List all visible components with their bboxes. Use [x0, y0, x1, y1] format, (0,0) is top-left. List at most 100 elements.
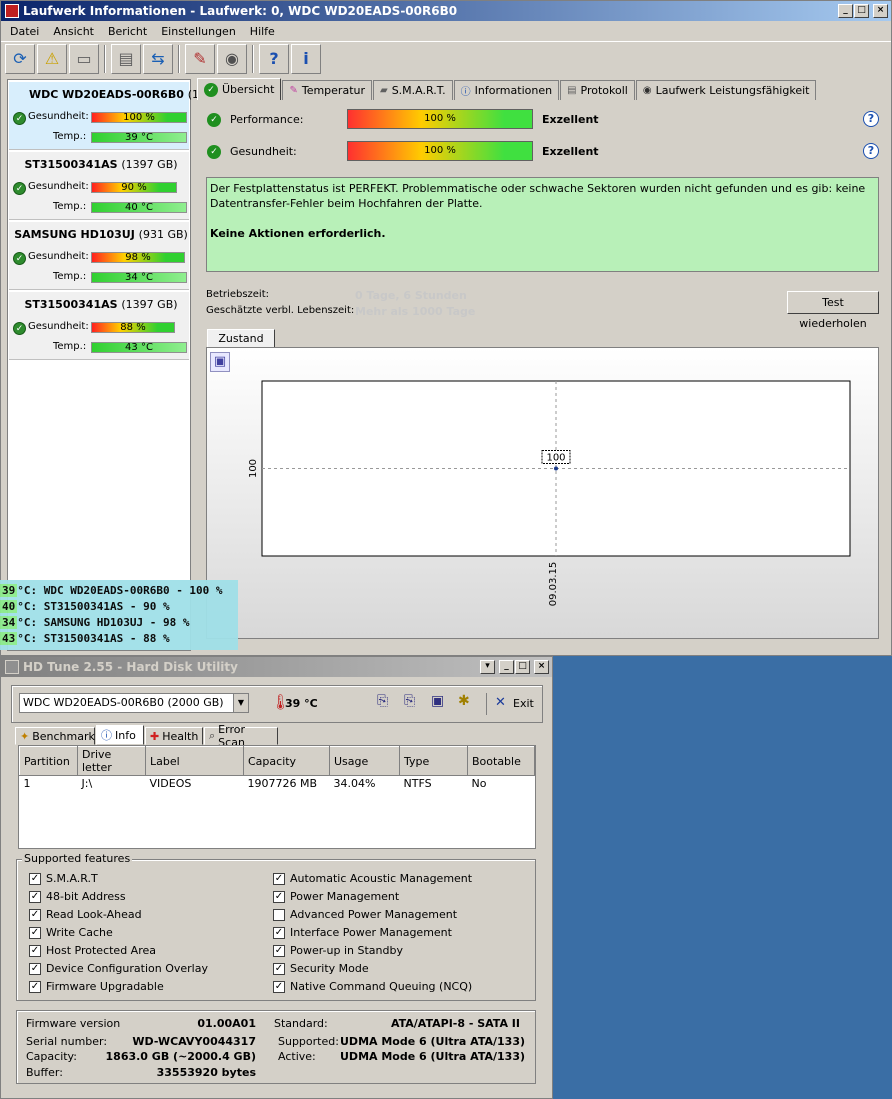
standard-value: ATA/ATAPI-8 - SATA II: [390, 1017, 520, 1030]
help-icon[interactable]: ?: [863, 143, 879, 159]
table-row[interactable]: 1 J:\ VIDEOS 1907726 MB 34.04% NTFS No: [20, 776, 535, 792]
drive-item[interactable]: SAMSUNG HD103UJ (931 GB) ✓ Gesundheit: 9…: [9, 222, 189, 290]
column-header[interactable]: Capacity: [243, 746, 330, 776]
copy-icon[interactable]: ⎘: [377, 693, 388, 709]
menu-einstellungen[interactable]: Einstellungen: [154, 25, 243, 38]
feature-checkbox[interactable]: ✓: [29, 962, 41, 975]
feature-label: 48-bit Address: [46, 890, 126, 903]
benchmark-icon: ✦: [20, 729, 30, 743]
temp-label: Temp.:: [53, 271, 87, 282]
tab-zustand[interactable]: Zustand (%): [207, 329, 275, 362]
feature-checkbox[interactable]: ✓: [273, 962, 285, 975]
menu-hilfe[interactable]: Hilfe: [243, 25, 282, 38]
options-icon[interactable]: ✱: [458, 693, 470, 709]
chevron-down-icon[interactable]: ▼: [233, 694, 248, 712]
feature-checkbox[interactable]: ✓: [273, 926, 285, 939]
gauge-icon: ◉: [642, 85, 652, 96]
column-header[interactable]: Usage: [329, 746, 400, 776]
feature-label: Automatic Acoustic Management: [290, 872, 473, 885]
column-header[interactable]: Drive letter: [77, 746, 146, 776]
temp-label: Temp.:: [53, 201, 87, 212]
firmware-value: 01.00A01: [197, 1017, 256, 1030]
feature-checkbox[interactable]: [273, 908, 285, 921]
feature-item: ✓ Firmware Upgradable: [29, 980, 164, 993]
tab-label: Übersicht: [222, 83, 275, 96]
feature-label: Host Protected Area: [46, 944, 156, 957]
close-button[interactable]: ×: [534, 660, 549, 674]
tab-protokoll[interactable]: ▤ Protokoll: [560, 80, 635, 100]
drive-icon[interactable]: ▭: [69, 43, 99, 74]
check-icon: ✓: [207, 113, 221, 127]
column-header[interactable]: Partition: [19, 746, 78, 776]
tab-benchmark[interactable]: ✦ Benchmark: [15, 727, 95, 745]
maximize-button[interactable]: □: [515, 660, 530, 674]
table-cell: NTFS: [403, 777, 432, 790]
column-header[interactable]: Type: [399, 746, 468, 776]
sound-icon[interactable]: ◉: [217, 43, 247, 74]
column-header[interactable]: Label: [145, 746, 244, 776]
warning-icon[interactable]: ⚠: [37, 43, 67, 74]
sync-icon[interactable]: ⇆: [143, 43, 173, 74]
feature-checkbox[interactable]: ✓: [273, 872, 285, 885]
feature-label: S.M.A.R.T: [46, 872, 98, 885]
feature-checkbox[interactable]: ✓: [29, 980, 41, 993]
drive-select[interactable]: WDC WD20EADS-00R6B0 (2000 GB) ▼: [19, 693, 249, 713]
drive-item[interactable]: WDC WD20EADS-00R6B0 (1 ✓ Gesundheit: 100…: [9, 82, 199, 150]
drive-size: (1397 GB): [121, 158, 178, 171]
feature-checkbox[interactable]: ✓: [29, 872, 41, 885]
menu-bericht[interactable]: Bericht: [101, 25, 154, 38]
report-icon[interactable]: ▤: [111, 43, 141, 74]
tab-info[interactable]: ⓘ Info: [96, 725, 144, 745]
close-button[interactable]: ×: [873, 4, 888, 18]
help-icon[interactable]: ?: [863, 111, 879, 127]
menu-ansicht[interactable]: Ansicht: [46, 25, 101, 38]
health-bar: 88 %: [91, 322, 175, 333]
tab-smart[interactable]: ▰ S.M.A.R.T.: [373, 80, 453, 100]
minimize-button[interactable]: _: [838, 4, 853, 18]
feature-checkbox[interactable]: ✓: [273, 944, 285, 957]
help-icon[interactable]: ?: [259, 43, 289, 74]
toolbar: ⟳ ⚠ ▭ ▤ ⇆ ✎ ◉ ? i: [1, 41, 891, 75]
feature-item: ✓ Security Mode: [273, 962, 369, 975]
feature-checkbox[interactable]: ✓: [29, 890, 41, 903]
feature-checkbox[interactable]: ✓: [29, 908, 41, 921]
column-header[interactable]: Bootable: [467, 746, 535, 776]
overlay-row: 43 °C: ST31500341AS - 88 %: [0, 630, 170, 646]
refresh-icon[interactable]: ⟳: [5, 43, 35, 74]
info-icon[interactable]: i: [291, 43, 321, 74]
tab-uebersicht[interactable]: ✓ Übersicht: [197, 78, 282, 100]
feature-label: Native Command Queuing (NCQ): [290, 980, 473, 993]
tab-leistung[interactable]: ◉ Laufwerk Leistungsfähigkeit: [635, 80, 817, 100]
feature-item: ✓ Power Management: [273, 890, 399, 903]
feature-checkbox[interactable]: ✓: [273, 890, 285, 903]
tab-informationen[interactable]: ⓘ Informationen: [453, 80, 560, 100]
minimize-button[interactable]: _: [499, 660, 514, 674]
exit-button[interactable]: Exit: [513, 697, 534, 710]
lifetime-label: Geschätzte verbl. Lebenszeit:: [206, 305, 355, 316]
y-tick-label: 100: [248, 459, 259, 478]
tab-label: Benchmark: [32, 729, 95, 743]
retest-button[interactable]: Test wiederholen: [787, 291, 879, 330]
settings-icon[interactable]: ✎: [185, 43, 215, 74]
save-icon[interactable]: ▣: [431, 693, 444, 709]
feature-checkbox[interactable]: ✓: [29, 926, 41, 939]
feature-checkbox[interactable]: ✓: [29, 944, 41, 957]
menu-bar: Datei Ansicht Bericht Einstellungen Hilf…: [1, 21, 891, 41]
title-bar[interactable]: Laufwerk Informationen - Laufwerk: 0, WD…: [1, 1, 891, 21]
menu-datei[interactable]: Datei: [3, 25, 46, 38]
supported-value: UDMA Mode 6 (Ultra ATA/133): [340, 1035, 525, 1048]
copy-all-icon[interactable]: ⎘: [404, 693, 415, 709]
feature-checkbox[interactable]: ✓: [273, 980, 285, 993]
title-bar[interactable]: HD Tune 2.55 - Hard Disk Utility ▾ _ □ ×: [1, 657, 552, 677]
tab-error-scan[interactable]: ⌕ Error Scan: [204, 723, 278, 749]
dropdown-button[interactable]: ▾: [480, 660, 495, 674]
health-label: Gesundheit:: [28, 321, 89, 332]
drive-item[interactable]: ST31500341AS (1397 GB) ✓ Gesundheit: 88 …: [9, 292, 189, 360]
tab-temperatur[interactable]: ✎ Temperatur: [282, 80, 372, 100]
exit-icon[interactable]: ✕: [495, 695, 506, 710]
tab-health[interactable]: ✚ Health: [145, 727, 203, 745]
drive-item[interactable]: ST31500341AS (1397 GB) ✓ Gesundheit: 90 …: [9, 152, 189, 220]
maximize-button[interactable]: □: [854, 4, 869, 18]
window-title: HD Tune 2.55 - Hard Disk Utility: [23, 660, 238, 674]
drive-name: SAMSUNG HD103UJ: [14, 228, 135, 241]
